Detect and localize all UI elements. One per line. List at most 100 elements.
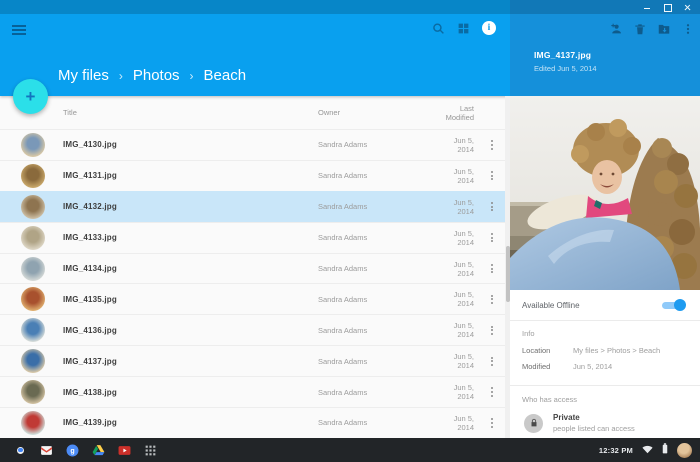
file-name: IMG_4138.jpg	[63, 387, 117, 397]
more-vert-icon[interactable]	[487, 386, 497, 398]
file-thumbnail	[21, 225, 45, 250]
file-modified: Jun 5, 2014	[453, 383, 474, 402]
file-thumbnail	[21, 256, 45, 281]
file-thumbnail	[21, 132, 45, 157]
drive-icon[interactable]	[92, 444, 105, 457]
move-to-folder-icon[interactable]	[657, 22, 671, 36]
close-icon[interactable]	[682, 2, 692, 12]
breadcrumb: My files › Photos › Beach	[58, 67, 246, 84]
file-list: IMG_4130.jpg Sandra Adams Jun 5, 2014 IM…	[0, 129, 510, 438]
available-offline-toggle[interactable]	[662, 299, 686, 311]
breadcrumb-beach[interactable]: Beach	[204, 67, 247, 84]
file-owner: Sandra Adams	[318, 140, 368, 150]
file-row[interactable]: IMG_4135.jpg Sandra Adams Jun 5, 2014	[0, 283, 510, 315]
files-app-window: i My files › Photos › Beach + Title Owne…	[0, 0, 700, 462]
file-modified: Jun 5, 2014	[453, 290, 474, 309]
search-icon[interactable]	[432, 22, 445, 35]
file-thumbnail	[21, 410, 45, 435]
file-row[interactable]: IMG_4138.jpg Sandra Adams Jun 5, 2014	[0, 376, 510, 408]
info-icon[interactable]: i	[482, 21, 496, 35]
file-row[interactable]: IMG_4137.jpg Sandra Adams Jun 5, 2014	[0, 345, 510, 377]
svg-text:g: g	[70, 447, 74, 454]
more-vert-icon[interactable]	[487, 293, 497, 305]
more-vert-icon[interactable]	[487, 232, 497, 244]
apps-grid-icon[interactable]	[144, 444, 157, 457]
person-add-icon[interactable]	[609, 22, 623, 36]
file-name: IMG_4137.jpg	[63, 356, 117, 366]
file-owner: Sandra Adams	[318, 264, 368, 273]
minimize-icon[interactable]	[642, 2, 652, 12]
info-label: Info	[522, 329, 535, 338]
details-header: IMG_4137.jpg Edited Jun 5, 2014	[510, 0, 700, 96]
more-vert-icon[interactable]	[487, 324, 497, 336]
more-vert-icon[interactable]	[487, 139, 497, 151]
photo-preview[interactable]	[510, 96, 700, 290]
more-vert-icon[interactable]	[487, 170, 497, 182]
modified-value: Jun 5, 2014	[573, 362, 613, 371]
file-modified: Jun 5, 2014	[453, 352, 474, 371]
file-row[interactable]: IMG_4131.jpg Sandra Adams Jun 5, 2014	[0, 159, 510, 191]
file-modified: Jun 5, 2014	[453, 259, 474, 278]
file-owner: Sandra Adams	[318, 325, 368, 335]
status-tray[interactable]: 12:32 PM	[599, 441, 692, 459]
file-thumbnail	[21, 380, 45, 405]
file-owner: Sandra Adams	[318, 294, 368, 304]
more-vert-icon[interactable]	[487, 201, 497, 213]
more-vert-icon[interactable]	[681, 22, 695, 36]
maximize-icon[interactable]	[662, 2, 672, 12]
list-column-headers: Title Owner Last Modified	[0, 96, 510, 129]
gmail-icon[interactable]	[40, 444, 53, 457]
breadcrumb-separator: ›	[118, 68, 123, 83]
youtube-icon[interactable]	[118, 444, 131, 457]
chrome-icon[interactable]	[14, 444, 27, 457]
breadcrumb-my-files[interactable]: My files	[58, 67, 109, 84]
file-owner: Sandra Adams	[318, 356, 368, 366]
details-pane: IMG_4137.jpg Edited Jun 5, 2014 Availabl…	[510, 0, 700, 438]
file-row[interactable]: IMG_4130.jpg Sandra Adams Jun 5, 2014	[0, 129, 510, 160]
file-row[interactable]: IMG_4139.jpg Sandra Adams Jun 5, 2014	[0, 407, 510, 438]
location-label: Location	[522, 346, 551, 355]
battery-icon	[662, 441, 668, 459]
more-vert-icon[interactable]	[487, 355, 497, 367]
file-name: IMG_4135.jpg	[63, 294, 117, 304]
column-owner[interactable]: Owner	[318, 108, 437, 117]
file-modified: Jun 5, 2014	[453, 197, 474, 216]
breadcrumb-photos[interactable]: Photos	[133, 67, 180, 84]
column-last-modified[interactable]: Last Modified	[437, 104, 474, 122]
file-thumbnail	[21, 163, 45, 188]
modified-label: Modified	[522, 362, 551, 371]
menu-icon[interactable]	[12, 25, 26, 36]
access-description: people listed can access	[553, 424, 635, 433]
file-owner: Sandra Adams	[318, 418, 368, 428]
google-icon[interactable]: g	[66, 444, 79, 457]
file-name: IMG_4139.jpg	[63, 418, 117, 428]
file-thumbnail	[21, 194, 45, 219]
grid-view-icon[interactable]	[457, 22, 470, 35]
file-row[interactable]: IMG_4136.jpg Sandra Adams Jun 5, 2014	[0, 314, 510, 346]
add-fab[interactable]: +	[13, 79, 48, 114]
access-section: Who has access Private people listed can…	[510, 386, 700, 433]
file-row[interactable]: IMG_4133.jpg Sandra Adams Jun 5, 2014	[0, 221, 510, 253]
file-modified: Jun 5, 2014	[453, 228, 474, 247]
file-name: IMG_4132.jpg	[63, 202, 117, 212]
column-title[interactable]: Title	[63, 108, 318, 117]
wifi-icon	[642, 441, 653, 459]
file-name: IMG_4133.jpg	[63, 233, 117, 243]
user-avatar[interactable]	[677, 442, 692, 458]
available-offline-label: Available Offline	[522, 300, 580, 310]
app-header: i My files › Photos › Beach	[0, 0, 510, 96]
delete-icon[interactable]	[633, 22, 647, 36]
file-list-pane: i My files › Photos › Beach + Title Owne…	[0, 0, 510, 438]
file-name: IMG_4131.jpg	[63, 171, 117, 181]
scrollbar-thumb[interactable]	[505, 246, 510, 302]
file-row[interactable]: IMG_4132.jpg Sandra Adams Jun 5, 2014	[0, 190, 510, 222]
access-name: Private	[553, 413, 580, 422]
who-has-access-label: Who has access	[522, 395, 578, 404]
file-name: IMG_4134.jpg	[63, 264, 117, 273]
file-modified: Jun 5, 2014	[453, 413, 474, 432]
more-vert-icon[interactable]	[487, 417, 497, 429]
lock-icon	[524, 413, 543, 433]
file-row[interactable]: IMG_4134.jpg Sandra Adams Jun 5, 2014	[0, 252, 510, 284]
file-modified: Jun 5, 2014	[453, 321, 474, 340]
more-vert-icon[interactable]	[487, 263, 497, 275]
